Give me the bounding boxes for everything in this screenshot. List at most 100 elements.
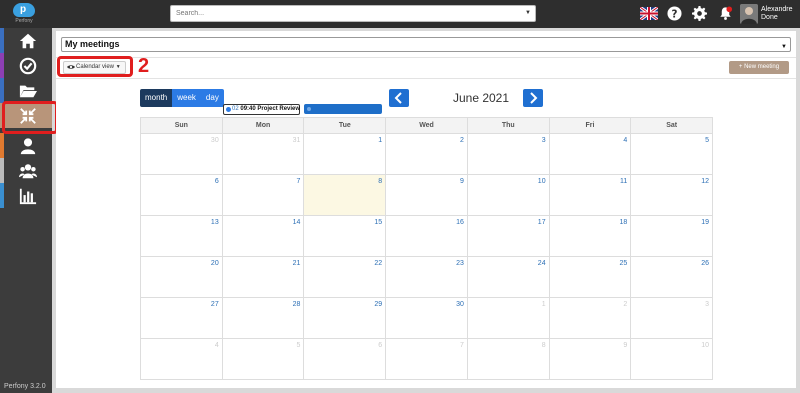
day-header: Fri (549, 118, 632, 134)
folder-open-icon (19, 85, 37, 97)
sidebar-item-files[interactable] (0, 78, 52, 103)
user-name[interactable]: Alexandre Done (761, 6, 793, 22)
day-cell[interactable]: 1 (467, 298, 550, 339)
cloud-logo-icon: p (13, 3, 35, 17)
meetings-filter-select[interactable]: My meetings ▼ (61, 37, 791, 52)
day-cell[interactable]: 6 (304, 339, 387, 380)
search-box[interactable]: ▼ (170, 5, 536, 22)
sidebar-item-contacts[interactable] (0, 133, 52, 158)
day-cell[interactable]: 27 (141, 298, 223, 339)
day-cell[interactable]: 2 (386, 134, 468, 175)
view-mode-buttons: month week day (140, 89, 224, 107)
day-cell[interactable]: 5 (222, 339, 305, 380)
calendar-event-bar[interactable] (304, 104, 382, 114)
week-view-button[interactable]: week (172, 89, 201, 107)
day-cell[interactable]: 3 (631, 298, 714, 339)
gear-icon[interactable] (692, 6, 710, 24)
month-view-button[interactable]: month (140, 89, 173, 107)
day-header: Wed (386, 118, 468, 134)
day-cell[interactable]: 2 (549, 298, 632, 339)
day-cell[interactable]: 6 (141, 175, 223, 216)
next-month-button[interactable] (523, 89, 543, 107)
day-cell[interactable]: 20 (141, 257, 223, 298)
day-cell[interactable]: 3 (467, 134, 550, 175)
day-cell[interactable]: 7 (386, 339, 468, 380)
day-number: 7 (296, 178, 301, 185)
day-number: 12 (701, 178, 710, 185)
day-cell[interactable]: 9 (549, 339, 632, 380)
users-group-icon (19, 163, 37, 178)
day-cell[interactable]: 8 (467, 339, 550, 380)
day-cell[interactable]: 23 (386, 257, 468, 298)
day-cell[interactable]: 7 (222, 175, 305, 216)
day-number: 2 (623, 301, 628, 308)
day-number: 7 (459, 342, 464, 349)
day-cell[interactable]: 10 (467, 175, 550, 216)
day-header-row: Sun Mon Tue Wed Thu Fri Sat (141, 118, 714, 134)
perfony-logo[interactable]: p Perfony (9, 3, 39, 25)
day-cell[interactable]: 11 (549, 175, 632, 216)
day-number: 9 (623, 342, 628, 349)
day-cell[interactable]: 4 (549, 134, 632, 175)
day-cell[interactable]: 13 (141, 216, 223, 257)
day-cell[interactable]: 29 (304, 298, 387, 339)
day-cell[interactable]: 15 (304, 216, 387, 257)
day-number: 26 (701, 260, 710, 267)
day-cell[interactable]: 26 (631, 257, 714, 298)
day-cell[interactable]: 5 (631, 134, 714, 175)
day-number: 28 (292, 301, 301, 308)
day-cell[interactable]: 10 (631, 339, 714, 380)
day-cell[interactable]: 9 (386, 175, 468, 216)
new-meeting-button[interactable]: + New meeting (729, 61, 789, 74)
plus-icon: + (738, 64, 743, 70)
month-calendar: Sun Mon Tue Wed Thu Fri Sat 30 31 1 2 3 4 5 6 7 8 9 10 11 1… (140, 117, 714, 380)
day-number: 17 (537, 219, 546, 226)
avatar[interactable] (740, 4, 758, 24)
sidebar-item-reports[interactable] (0, 183, 52, 208)
day-cell[interactable]: 19 (631, 216, 714, 257)
week-row: 6 7 8 9 10 11 12 (141, 175, 714, 216)
day-cell-today[interactable]: 8 (304, 175, 387, 216)
day-cell[interactable]: 22 (304, 257, 387, 298)
uk-flag-icon[interactable] (640, 7, 658, 20)
day-cell[interactable]: 28 (222, 298, 305, 339)
check-circle-icon (19, 57, 37, 74)
day-cell[interactable]: 30 (141, 134, 223, 175)
day-view-button[interactable]: day (200, 89, 224, 107)
chevron-down-icon[interactable]: ▼ (525, 10, 531, 16)
sidebar-item-teams[interactable] (0, 158, 52, 183)
callout-box-2 (57, 56, 133, 77)
bar-chart-icon (19, 188, 37, 204)
sidebar-item-home[interactable] (0, 28, 52, 53)
day-cell[interactable]: 31 (222, 134, 305, 175)
day-cell[interactable]: 18 (549, 216, 632, 257)
day-number: 2 (459, 137, 464, 144)
day-cell[interactable]: 17 (467, 216, 550, 257)
user-icon (20, 137, 36, 154)
day-cell[interactable]: 24 (467, 257, 550, 298)
day-number: 8 (378, 178, 383, 185)
day-cell[interactable]: 4 (141, 339, 223, 380)
search-input[interactable] (171, 6, 511, 21)
user-first-name: Alexandre (761, 6, 793, 13)
sidebar-item-tasks[interactable] (0, 53, 52, 78)
day-cell[interactable]: 21 (222, 257, 305, 298)
day-cell[interactable]: 25 (549, 257, 632, 298)
bell-icon[interactable] (718, 5, 736, 23)
calendar-event[interactable]: 02 09:40 Project Review (223, 104, 300, 115)
day-number: 22 (374, 260, 383, 267)
event-title: 09:40 Project Review (240, 106, 301, 112)
day-cell[interactable]: 1 (304, 134, 387, 175)
day-number: 3 (705, 301, 710, 308)
day-cell[interactable]: 16 (386, 216, 468, 257)
home-icon (19, 33, 37, 48)
day-cell[interactable]: 30 (386, 298, 468, 339)
day-number: 9 (459, 178, 464, 185)
prev-month-button[interactable] (389, 89, 409, 107)
day-cell[interactable]: 12 (631, 175, 714, 216)
help-icon[interactable]: ? (667, 6, 685, 24)
user-last-name: Done (761, 14, 778, 21)
week-row: 27 28 29 30 1 2 3 (141, 298, 714, 339)
day-cell[interactable]: 14 (222, 216, 305, 257)
day-number: 19 (701, 219, 710, 226)
